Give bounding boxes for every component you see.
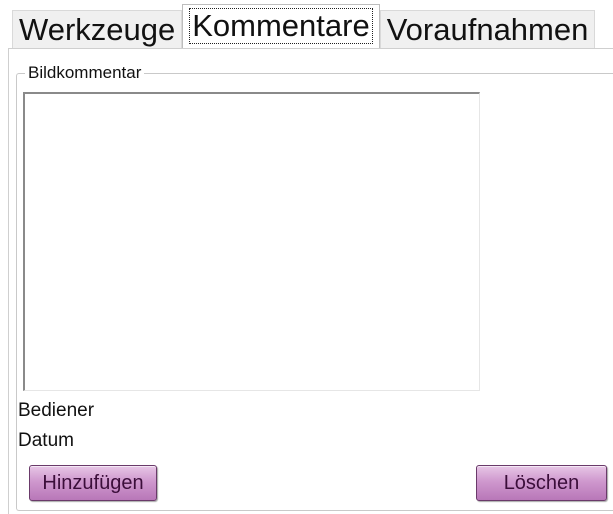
tab-bar: Werkzeuge Kommentare Voraufnahmen <box>12 4 596 48</box>
tab-werkzeuge[interactable]: Werkzeuge <box>12 10 183 48</box>
image-comment-groupbox: Bildkommentar <box>16 62 613 511</box>
tab-voraufnahmen-label: Voraufnahmen <box>386 12 589 47</box>
image-comment-textarea[interactable] <box>23 92 480 391</box>
comments-panel-window: Werkzeuge Kommentare Voraufnahmen Bildko… <box>0 0 613 514</box>
tab-werkzeuge-label: Werkzeuge <box>19 12 176 47</box>
date-label: Datum <box>18 430 74 451</box>
tab-content-panel: Bildkommentar <box>8 48 613 514</box>
tab-kommentare-label: Kommentare <box>189 8 373 44</box>
delete-comment-button[interactable]: Löschen <box>476 465 607 501</box>
tab-kommentare[interactable]: Kommentare <box>182 4 380 48</box>
operator-label: Bediener <box>18 400 95 421</box>
add-comment-button[interactable]: Hinzufügen <box>29 465 157 501</box>
tab-voraufnahmen[interactable]: Voraufnahmen <box>379 10 596 48</box>
image-comment-legend: Bildkommentar <box>25 62 145 84</box>
